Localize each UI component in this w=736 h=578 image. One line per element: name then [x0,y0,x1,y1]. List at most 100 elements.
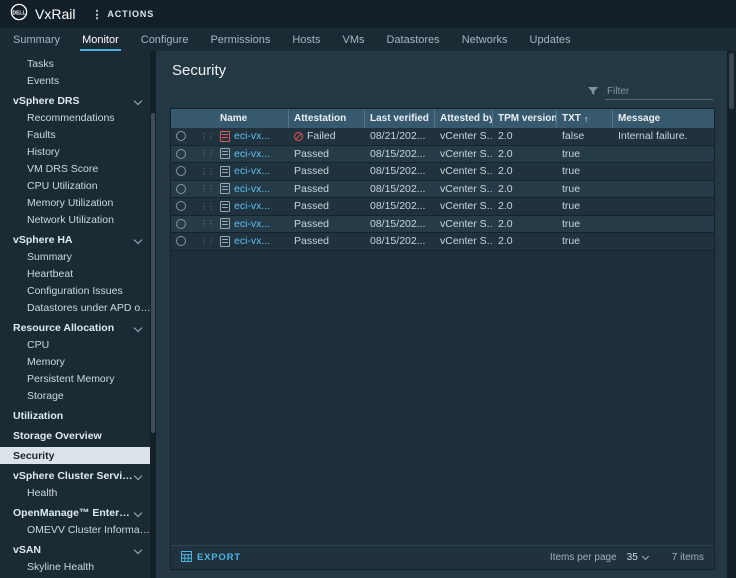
tab-summary[interactable]: Summary [2,28,71,51]
row-radio-button[interactable] [176,236,186,246]
sidebar-item-security[interactable]: Security [0,447,156,464]
sidebar-item-recommendations[interactable]: Recommendations [0,109,156,126]
drag-handle-icon[interactable]: ⋮⋮ [200,202,214,211]
drag-handle-icon[interactable]: ⋮⋮ [200,184,214,193]
txt-cell: false [557,130,613,142]
tab-permissions[interactable]: Permissions [199,28,281,51]
row-radio-button[interactable] [176,219,186,229]
table-row[interactable]: ⋮⋮ eci-vx... Failed 08/21/202... vCenter… [171,128,714,146]
column-header-attested-by[interactable]: Attested by [435,109,493,128]
table-row[interactable]: ⋮⋮ eci-vx... Passed 08/15/202... vCenter… [171,146,714,164]
table-row[interactable]: ⋮⋮ eci-vx... Passed 08/15/202... vCenter… [171,198,714,216]
sidebar-item-history[interactable]: History [0,143,156,160]
brand: DELL VxRail [10,3,75,26]
sidebar-item-vsphere-ha[interactable]: vSphere HA [0,231,156,248]
table-header-row: Name Attestation Last verified Attested … [171,109,714,128]
tab-monitor[interactable]: Monitor [71,28,130,51]
tab-hosts[interactable]: Hosts [281,28,331,51]
row-radio-button[interactable] [176,131,186,141]
sidebar-item-openmanage-enterprise[interactable]: OpenManage™ Enterpris... [0,504,156,521]
sidebar-item-resource-allocation[interactable]: Resource Allocation [0,319,156,336]
sidebar-item-health[interactable]: Health [0,484,156,501]
tab-configure[interactable]: Configure [130,28,200,51]
attested-by-cell: vCenter S... [435,218,493,230]
drag-handle-icon[interactable]: ⋮⋮ [200,132,214,141]
sidebar-item-storage-overview[interactable]: Storage Overview [0,427,156,444]
filter-input[interactable] [605,84,713,100]
export-grid-icon [181,551,192,565]
column-header-txt[interactable]: TXT↑ [557,109,613,128]
export-label: EXPORT [197,552,241,563]
row-radio-button[interactable] [176,184,186,194]
attested-by-cell: vCenter S... [435,235,493,247]
sidebar-item-utilization[interactable]: Utilization [0,407,156,424]
export-button[interactable]: EXPORT [181,551,241,565]
tab-datastores[interactable]: Datastores [375,28,450,51]
table-row[interactable]: ⋮⋮ eci-vx... Passed 08/15/202... vCenter… [171,163,714,181]
attestation-failed-icon [294,132,303,141]
column-header-name[interactable]: Name [215,109,289,128]
drag-handle-icon[interactable]: ⋮⋮ [200,237,214,246]
txt-cell: true [557,148,613,160]
column-header-attestation[interactable]: Attestation [289,109,365,128]
window-scrollbar[interactable] [727,51,736,578]
sidebar-item-tasks[interactable]: Tasks [0,55,156,72]
host-error-icon [220,131,230,142]
column-header-tpm-version[interactable]: TPM version [493,109,557,128]
last-verified-cell: 08/15/202... [365,218,435,230]
column-header-message[interactable]: Message [613,109,714,128]
tab-vms[interactable]: VMs [331,28,375,51]
sidebar-item-summary[interactable]: Summary [0,248,156,265]
table-row[interactable]: ⋮⋮ eci-vx... Passed 08/15/202... vCenter… [171,233,714,251]
sidebar-item-skyline-health[interactable]: Skyline Health [0,558,156,575]
grip-column-header [195,109,215,128]
sidebar-item-network-utilization[interactable]: Network Utilization [0,211,156,228]
sidebar-item-faults[interactable]: Faults [0,126,156,143]
sidebar-item-memory[interactable]: Memory [0,353,156,370]
sidebar-item-cpu[interactable]: CPU [0,336,156,353]
host-icon [220,201,230,212]
row-radio-button[interactable] [176,166,186,176]
host-name-link[interactable]: eci-vx... [234,148,270,160]
sidebar-item-memory-utilization[interactable]: Memory Utilization [0,194,156,211]
sidebar: Tasks Events vSphere DRS Recommendations… [0,51,156,578]
scrollbar-thumb[interactable] [729,53,734,109]
sidebar-item-vm-drs-score[interactable]: VM DRS Score [0,160,156,177]
chevron-down-icon [134,323,142,331]
host-name-link[interactable]: eci-vx... [234,183,270,195]
column-header-last-verified[interactable]: Last verified [365,109,435,128]
drag-handle-icon[interactable]: ⋮⋮ [200,167,214,176]
sidebar-item-heartbeat[interactable]: Heartbeat [0,265,156,282]
table-row[interactable]: ⋮⋮ eci-vx... Passed 08/15/202... vCenter… [171,181,714,199]
sidebar-scrollbar[interactable] [150,51,156,578]
sidebar-item-cpu-utilization[interactable]: CPU Utilization [0,177,156,194]
sidebar-item-vsphere-drs[interactable]: vSphere DRS [0,92,156,109]
sidebar-item-storage[interactable]: Storage [0,387,156,404]
attested-by-cell: vCenter S... [435,200,493,212]
actions-button[interactable]: ⋮ ACTIONS [91,8,154,21]
drag-handle-icon[interactable]: ⋮⋮ [200,149,214,158]
items-per-page-select[interactable]: 35 [627,552,648,563]
sidebar-item-vsan[interactable]: vSAN [0,541,156,558]
chevron-down-icon [134,235,142,243]
sidebar-item-omevv-cluster-information[interactable]: OMEVV Cluster Information [0,521,156,538]
tab-networks[interactable]: Networks [451,28,519,51]
row-radio-button[interactable] [176,201,186,211]
sidebar-item-vsphere-cluster-services[interactable]: vSphere Cluster Services [0,467,156,484]
tpm-version-cell: 2.0 [493,148,557,160]
attestation-cell: Passed [289,165,365,177]
sidebar-item-configuration-issues[interactable]: Configuration Issues [0,282,156,299]
sidebar-item-persistent-memory[interactable]: Persistent Memory [0,370,156,387]
table-row[interactable]: ⋮⋮ eci-vx... Passed 08/15/202... vCenter… [171,216,714,234]
host-name-link[interactable]: eci-vx... [234,130,270,142]
host-name-link[interactable]: eci-vx... [234,235,270,247]
row-radio-button[interactable] [176,149,186,159]
host-name-link[interactable]: eci-vx... [234,218,270,230]
tab-updates[interactable]: Updates [519,28,582,51]
host-name-link[interactable]: eci-vx... [234,165,270,177]
sidebar-item-events[interactable]: Events [0,72,156,89]
sidebar-item-datastores-apd[interactable]: Datastores under APD or P... [0,299,156,316]
scrollbar-thumb[interactable] [151,113,155,433]
drag-handle-icon[interactable]: ⋮⋮ [200,219,214,228]
host-name-link[interactable]: eci-vx... [234,200,270,212]
